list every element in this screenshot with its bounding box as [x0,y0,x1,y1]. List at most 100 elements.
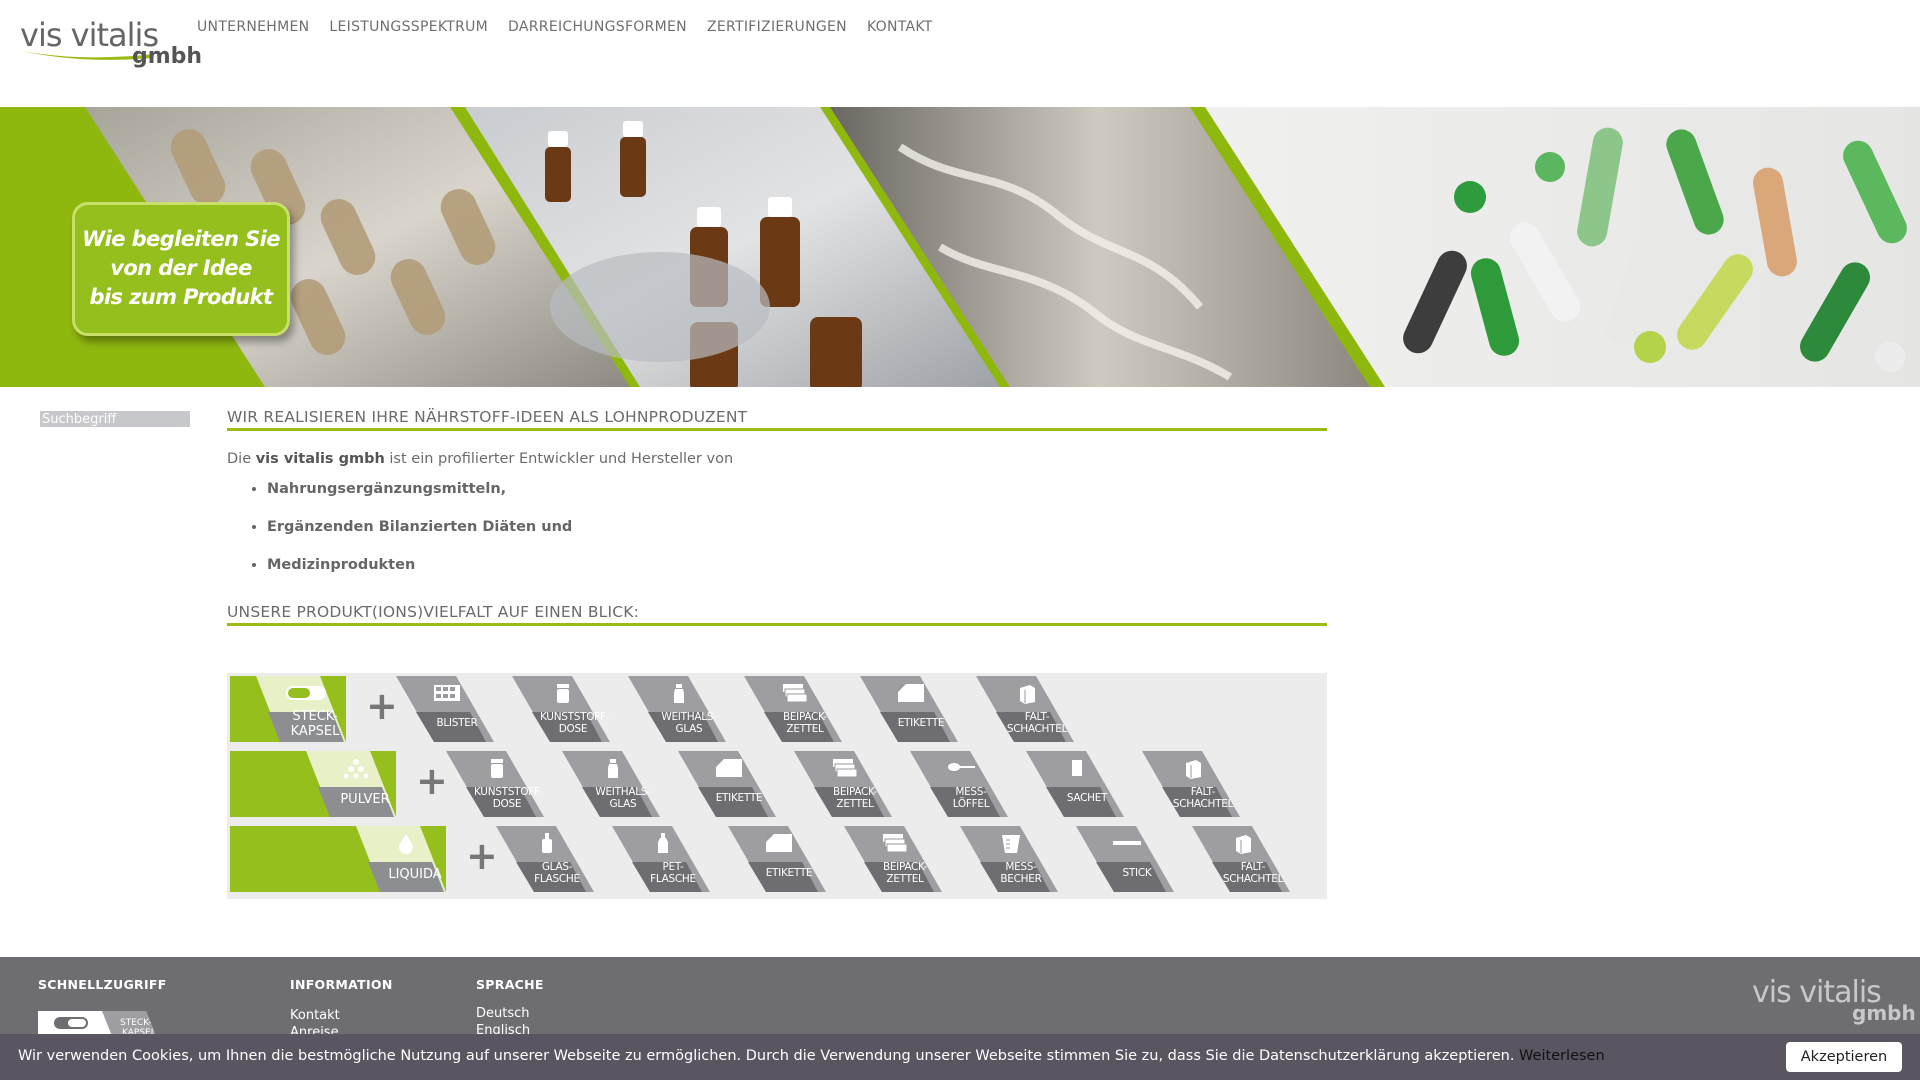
label-icon [766,834,792,852]
intro-suffix: ist ein profilierter Entwickler und Hers… [384,451,734,467]
footer-heading-information: INFORMATION [290,977,393,992]
packaging-item[interactable]: SACHET [1026,751,1124,817]
label-line: BECHER [1000,873,1042,885]
product-row: STECK- KAPSEL + BLISTER KUNSTSTOFF- DOSE WEITH… [230,676,1324,742]
label-line: FLASCHE [534,873,580,885]
packaging-label: BEIPACK- ZETTEL [822,786,888,810]
packaging-label: MESS- LÖFFEL [938,786,1004,810]
footer-language: SPRACHE Deutsch Englisch [476,977,544,1039]
product-type-label: LIQUIDA [380,867,450,882]
packaging-item[interactable]: WEITHALS- GLAS [628,676,726,742]
packaging-label: ETIKETTE [888,717,954,729]
label-line: GLAS [609,798,637,810]
label-line: GLAS [675,723,703,735]
label-line: PULVER [340,792,390,807]
nav-item-kontakt[interactable]: KONTAKT [857,19,943,35]
capsule-icon [284,682,326,704]
label-line: KAPSEL [290,724,340,739]
packaging-item[interactable]: ETIKETTE [678,751,776,817]
nav-item-unternehmen[interactable]: UNTERNEHMEN [189,19,319,35]
packaging-item[interactable]: STICK [1076,826,1174,892]
label-line: FALT- [1240,861,1266,873]
label-line: ETIKETTE [715,792,763,804]
plus-icon: + [416,759,448,803]
intro-paragraph: Die vis vitalis gmbh ist ein profilierte… [227,451,1327,467]
product-type-label: STECK- KAPSEL [280,709,350,739]
packaging-item[interactable]: BEIPACK- ZETTEL [844,826,942,892]
plus-icon: + [366,684,398,728]
product-type-1[interactable]: PULVER [230,751,396,817]
label-line: WEITHALS- [595,786,651,798]
packaging-label: ETIKETTE [756,867,822,879]
packaging-item[interactable]: ETIKETTE [860,676,958,742]
cookie-accept-button[interactable]: Akzeptieren [1786,1042,1902,1072]
footer-information: INFORMATION Kontakt Anreise [290,977,393,1041]
packaging-item[interactable]: BLISTER [396,676,494,742]
packaging-item[interactable]: MESS- BECHER [960,826,1058,892]
label-line: ZETTEL [886,873,924,885]
logo-subtext: gmbh [132,44,203,69]
leaflet-icon [833,759,858,778]
search-input[interactable] [40,411,190,427]
packaging-label: ETIKETTE [706,792,772,804]
footer-logo-subtext: gmbh [1852,1001,1916,1025]
packaging-label: FALT- SCHACHTEL [1170,786,1236,810]
packaging-label: WEITHALS- GLAS [590,786,656,810]
slogan-line-3: bis zum Produkt [89,285,274,309]
label-icon [898,684,924,702]
packaging-label: GLAS- FLASCHE [524,861,590,885]
plastic-jar-icon [557,684,569,703]
packaging-label: BEIPACK- ZETTEL [772,711,838,735]
label-line: DOSE [492,798,522,810]
packaging-item[interactable]: KUNSTSTOFF- DOSE [446,751,544,817]
packaging-item[interactable]: BEIPACK- ZETTEL [794,751,892,817]
label-icon [716,759,742,777]
list-item: Ergänzenden Bilanzierten Diäten und [267,519,1327,535]
site-logo[interactable]: vis vitalis gmbh [20,16,202,70]
pet-bottle-icon [658,833,668,853]
packaging-item[interactable]: WEITHALS- GLAS [562,751,660,817]
packaging-label: FALT- SCHACHTEL [1004,711,1070,735]
label-line: SACHET [1066,792,1108,804]
product-type-label: PULVER [330,792,400,807]
wide-neck-glass-icon [608,759,618,778]
language-link-deutsch[interactable]: Deutsch [476,1005,544,1022]
nav-item-darreichungsformen[interactable]: DARREICHUNGSFORMEN [498,19,697,35]
plus-icon: + [466,834,498,878]
packaging-item[interactable]: BEIPACK- ZETTEL [744,676,842,742]
label-line: LÖFFEL [952,798,990,810]
nav-item-leistungsspektrum[interactable]: LEISTUNGSSPEKTRUM [319,19,498,35]
intro-prefix: Die [227,451,256,467]
footer-link-kontakt[interactable]: Kontakt [290,1007,393,1024]
label-line: DOSE [558,723,588,735]
label-line: ETIKETTE [765,867,813,879]
packaging-label: PET- FLASCHE [640,861,706,885]
product-type-0[interactable]: STECK- KAPSEL [230,676,346,742]
product-type-2[interactable]: LIQUIDA [230,826,446,892]
label-line: KUNSTSTOFF- [474,786,544,798]
svg-text:STECK-: STECK- [120,1018,151,1028]
label-line: BLISTER [436,717,478,729]
list-item: Medizinprodukten [267,557,1327,573]
packaging-item[interactable]: PET- FLASCHE [612,826,710,892]
main-content: WIR REALISIEREN IHRE NÄHRSTOFF-IDEEN ALS… [227,408,1327,626]
packaging-item[interactable]: MESS- LÖFFEL [910,751,1008,817]
cookie-read-more-link[interactable]: Weiterlesen [1519,1048,1605,1064]
blister-icon [434,685,460,701]
packaging-item[interactable]: FALT- SCHACHTEL [1142,751,1240,817]
packaging-label: SACHET [1054,792,1120,804]
folding-box-icon [1186,760,1201,779]
label-line: ETIKETTE [897,717,945,729]
packaging-item[interactable]: FALT- SCHACHTEL [1192,826,1290,892]
label-line: ZETTEL [786,723,824,735]
packaging-item[interactable]: ETIKETTE [728,826,826,892]
list-item: Nahrungsergänzungsmitteln, [267,481,1327,497]
packaging-label: BLISTER [424,717,490,729]
packaging-item[interactable]: KUNSTSTOFF- DOSE [512,676,610,742]
intro-company-name: vis vitalis gmbh [255,451,385,467]
nav-item-zertifizierungen[interactable]: ZERTIFIZIERUNGEN [697,19,857,35]
packaging-item[interactable]: FALT- SCHACHTEL [976,676,1074,742]
packaging-label: FALT- SCHACHTEL [1220,861,1286,885]
packaging-label: STICK [1104,867,1170,879]
packaging-item[interactable]: GLAS- FLASCHE [496,826,594,892]
